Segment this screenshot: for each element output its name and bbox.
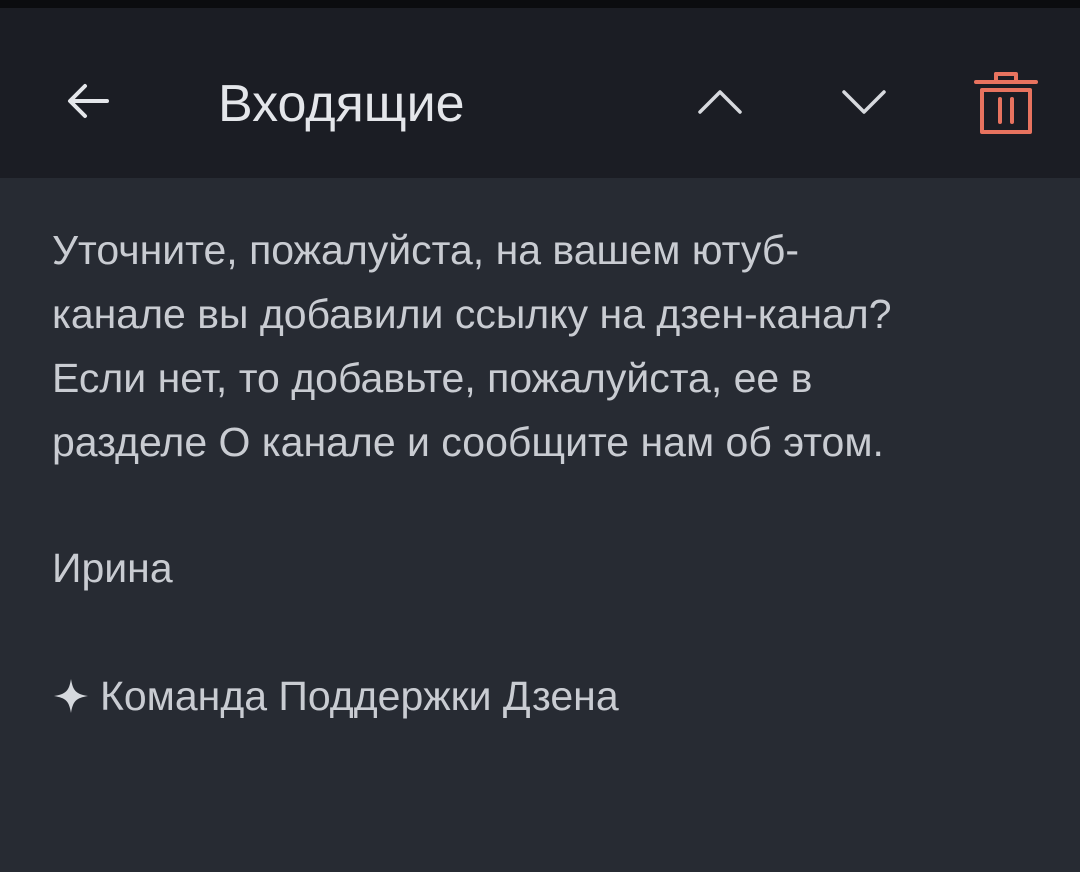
message-body: Уточните, пожалуйста, на вашем ютуб- кан… (52, 218, 1052, 474)
message-line: разделе О канале и сообщите нам об этом. (52, 419, 884, 465)
next-message-button[interactable] (832, 70, 896, 134)
sparkle-icon (52, 677, 90, 715)
trash-icon (974, 72, 1038, 134)
signature-name: Ирина (52, 545, 173, 591)
message-line: канале вы добавили ссылку на дзен-канал? (52, 291, 892, 337)
app-header: Входящие (0, 8, 1080, 178)
chevron-down-icon (842, 90, 886, 114)
page-title: Входящие (218, 75, 465, 133)
status-bar (0, 0, 1080, 8)
previous-message-button[interactable] (688, 70, 752, 134)
team-signature: Команда Поддержки Дзена (52, 664, 619, 728)
arrow-left-icon (68, 84, 109, 118)
back-button[interactable] (52, 66, 122, 136)
message-line: Уточните, пожалуйста, на вашем ютуб- (52, 227, 799, 273)
delete-button[interactable] (964, 60, 1048, 144)
message-line: Если нет, то добавьте, пожалуйста, ее в (52, 355, 813, 401)
team-signature-text: Команда Поддержки Дзена (100, 673, 619, 719)
chevron-up-icon (698, 90, 742, 114)
